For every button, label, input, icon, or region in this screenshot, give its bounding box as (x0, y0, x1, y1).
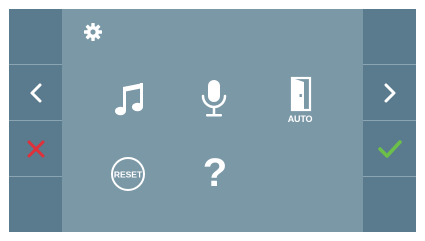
chevron-right-icon (384, 83, 395, 102)
microphone-button[interactable] (200, 79, 228, 119)
help-button[interactable]: ? (203, 151, 227, 195)
reset-button[interactable]: RESET (110, 156, 146, 192)
melody-button[interactable] (112, 81, 146, 117)
left-panel-empty-bottom (9, 177, 62, 232)
left-panel-empty-top (9, 9, 62, 65)
settings-screen: AUTO RESET ? (9, 9, 416, 232)
reset-icon: RESET (111, 157, 145, 191)
right-panel-empty-bottom (363, 177, 416, 232)
right-panel-empty-top (363, 9, 416, 65)
reset-label: RESET (114, 170, 143, 180)
microphone-icon (201, 80, 227, 117)
auto-label: AUTO (287, 114, 313, 124)
left-button-panel (9, 9, 62, 232)
right-button-panel (363, 9, 416, 232)
previous-button[interactable] (9, 65, 62, 121)
confirm-button[interactable] (363, 121, 416, 177)
close-icon (27, 140, 44, 157)
next-button[interactable] (363, 65, 416, 121)
check-icon (377, 139, 402, 158)
cancel-button[interactable] (9, 121, 62, 177)
music-note-icon (115, 83, 143, 116)
door-auto-icon (290, 76, 312, 112)
gear-icon (83, 22, 103, 42)
chevron-left-icon (30, 83, 41, 102)
auto-door-button[interactable] (289, 76, 313, 112)
help-icon: ? (202, 151, 228, 195)
